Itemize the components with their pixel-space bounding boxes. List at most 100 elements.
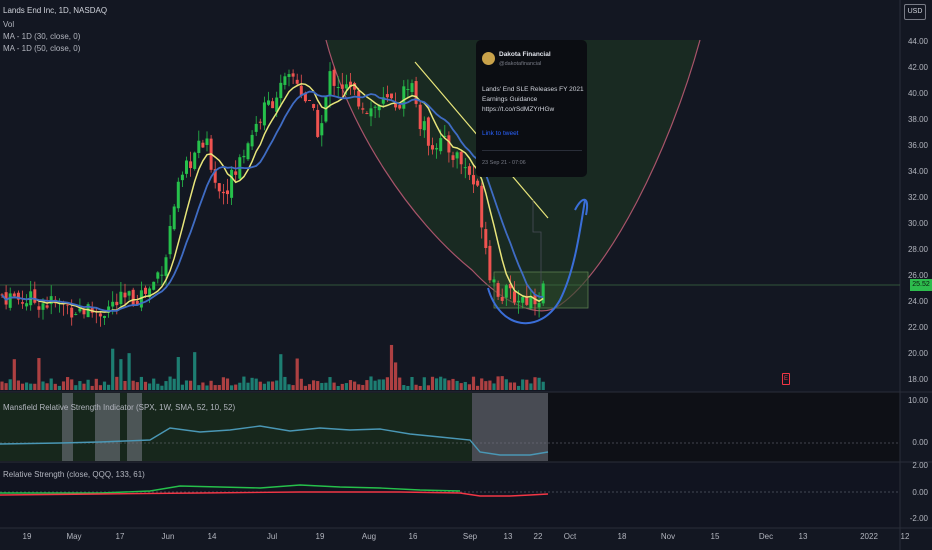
volume-bar [197,385,201,390]
candle-body [262,102,266,126]
volume-bar [344,383,348,390]
candle-body [12,293,16,297]
candle-body [21,302,24,304]
ma-fast-legend[interactable]: MA - 1D (30, close, 0) [3,32,80,41]
mansfield-legend[interactable]: Mansfield Relative Strength Indicator (S… [3,403,235,412]
volume-bar [324,382,328,390]
ma-slow-legend[interactable]: MA - 1D (50, close, 0) [3,44,80,53]
rs-legend[interactable]: Relative Strength (close, QQQ, 133, 61) [3,470,145,479]
candle-body [267,100,270,105]
volume-bar [406,385,410,390]
currency-badge[interactable]: USD [904,4,926,20]
volume-bar [266,381,271,390]
candle-body [242,155,246,158]
candle-body [168,226,172,255]
candle-body [467,166,471,175]
candle-body [119,291,123,305]
candle-body [418,104,422,130]
volume-bar [246,382,250,390]
candle-body [37,306,41,310]
volume-bar [299,378,303,390]
volume-bar [320,382,324,390]
volume-bar [20,383,25,390]
volume-bar [361,384,365,390]
time-tick: Nov [660,532,676,541]
candle-body [25,303,29,307]
price-tick: 44.00 [907,37,928,46]
time-tick: 18 [617,532,627,541]
time-tick: 2022 [860,532,878,541]
candle-body [287,74,291,77]
candle-body [406,89,410,91]
price-tick: 38.00 [907,115,928,124]
candle-body [513,291,516,303]
candle-body [496,283,500,297]
tweet-author-handle: @dakotafinancial [499,61,542,67]
volume-bar [389,344,394,390]
volume-bar [291,385,295,390]
tweet-card[interactable]: Dakota Financial @dakotafinancial Lands'… [476,40,587,177]
volume-bar [66,377,70,390]
price-tick: 40.00 [907,89,928,98]
candle-body [45,305,49,308]
candle-body [451,155,455,160]
candle-body [312,104,316,108]
candle-body [152,281,156,290]
candle-body [234,171,238,175]
tweet-text: Lands' End SLE Releases FY 2021 Earnings… [482,86,584,113]
volume-bar [49,378,53,390]
volume-bar [348,380,353,390]
mansfield-tick: 0.00 [912,438,928,447]
volume-bar [496,376,500,390]
volume-bar [418,385,422,390]
volume-bar [57,385,61,390]
time-tick: Jul [266,532,278,541]
candle-body [160,274,164,276]
volume-bar [213,385,217,390]
volume-bar [402,385,406,390]
earnings-marker[interactable]: E [782,373,790,385]
time-tick: Sep [462,532,478,541]
candle-body [357,90,361,107]
price-tick: 32.00 [907,193,928,202]
candle-body [98,313,102,317]
candle-body [115,301,119,306]
volume-bar [258,381,262,390]
volume-bar [25,382,29,390]
volume-bar [508,382,512,390]
volume-bar [180,384,184,390]
volume-bar [488,380,492,390]
candle-body [537,303,541,308]
volume-legend[interactable]: Vol [3,20,14,29]
volume-bar [139,376,143,390]
time-tick: Dec [758,532,774,541]
rs-tick: 2.00 [912,461,928,470]
candle-body [385,94,389,98]
volume-bar [484,381,488,390]
symbol-title[interactable]: Lands End Inc, 1D, NASDAQ [3,6,107,15]
volume-bar [283,376,287,390]
volume-bar [41,381,45,390]
tweet-link[interactable]: Link to tweet [482,130,519,137]
price-chart[interactable] [0,0,932,550]
volume-bar [234,384,238,390]
volume-bar [205,385,209,390]
candle-body [189,161,193,169]
volume-bar [189,380,193,390]
candle-body [205,138,209,146]
volume-bar [512,382,517,390]
volume-bar [86,379,90,390]
candle-body [332,69,336,86]
candle-body [254,123,258,132]
volume-bar [98,385,102,390]
volume-bar [459,383,463,390]
candle-body [373,106,377,108]
candle-body [258,121,262,123]
time-tick: 13 [798,532,808,541]
candle-body [131,289,135,305]
candle-body [328,71,332,97]
volume-bar [443,378,447,390]
candle-body [463,167,467,169]
volume-bar [504,379,508,390]
candle-body [488,245,492,281]
